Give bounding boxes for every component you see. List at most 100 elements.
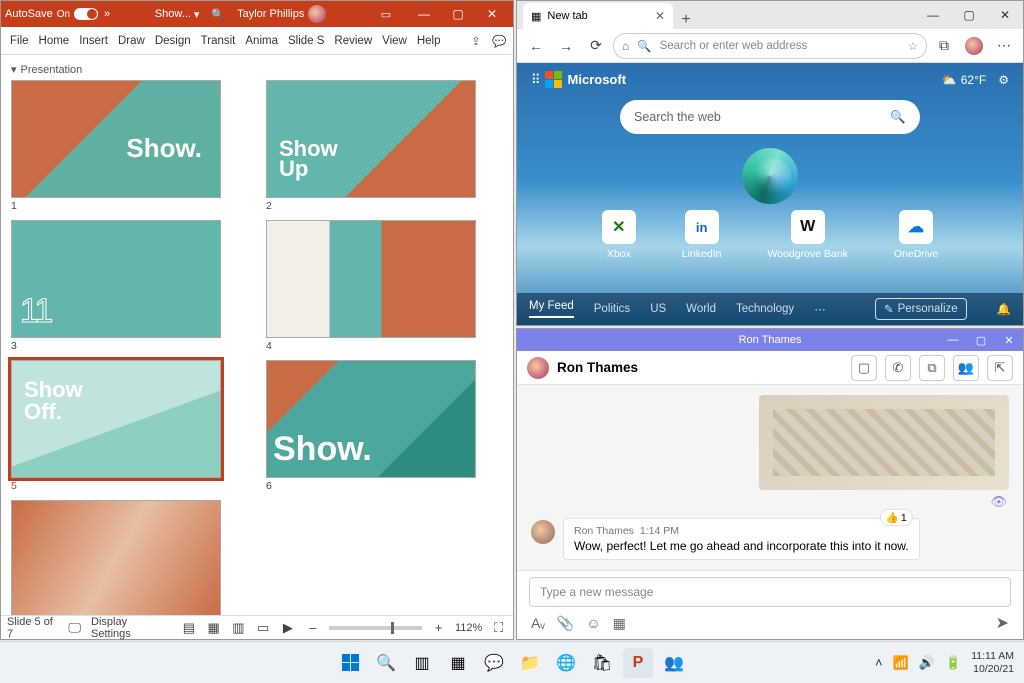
edge-taskbar-icon[interactable]: 🌐	[551, 648, 581, 678]
store-icon[interactable]: 🛍	[587, 648, 617, 678]
close-button[interactable]: ✕	[995, 329, 1023, 351]
notifications-icon[interactable]: 🔔	[997, 302, 1011, 316]
back-button[interactable]: ←	[523, 33, 549, 59]
normal-view-icon[interactable]: ▦	[205, 620, 222, 636]
audio-call-button[interactable]: ✆	[885, 355, 911, 381]
tray-overflow-icon[interactable]: ˄	[875, 655, 883, 670]
ribbon-tab[interactable]: Slide S	[283, 35, 329, 47]
new-tab-button[interactable]: +	[673, 11, 699, 29]
personalize-button[interactable]: ✎ Personalize	[875, 298, 967, 320]
favorite-icon[interactable]: ☆	[908, 39, 918, 53]
autosave-toggle-icon[interactable]	[74, 8, 98, 20]
sorter-view-icon[interactable]: ▥	[230, 620, 247, 636]
task-view-icon[interactable]: ▥	[407, 648, 437, 678]
quick-link[interactable]: WWoodgrove Bank	[767, 210, 847, 260]
start-button[interactable]	[335, 648, 365, 678]
weather-temp[interactable]: 62°F	[961, 73, 986, 87]
ribbon-display-icon[interactable]: ▭	[371, 8, 401, 21]
feed-tab[interactable]: World	[686, 303, 716, 315]
zoom-slider[interactable]	[329, 626, 422, 630]
slide-thumb[interactable]: 4	[266, 220, 503, 352]
text-message[interactable]: 👍 1 Ron Thames 1:14 PM Wow, perfect! Let…	[531, 518, 1009, 560]
close-button[interactable]: ✕	[475, 1, 509, 27]
popout-button[interactable]: ⇱	[987, 355, 1013, 381]
reaction-pill[interactable]: 👍 1	[880, 509, 913, 526]
search-icon[interactable]: 🔍	[211, 8, 225, 21]
clock[interactable]: 11:11 AM 10/20/21	[971, 650, 1014, 674]
notes-view-icon[interactable]: ▤	[180, 620, 197, 636]
refresh-button[interactable]: ⟳	[583, 33, 609, 59]
app-launcher-icon[interactable]: ⠿	[531, 72, 539, 88]
address-bar[interactable]: ⌂ 🔍 Search or enter web address ☆	[613, 33, 927, 59]
feed-tab[interactable]: US	[650, 303, 666, 315]
ribbon-tab[interactable]: File	[5, 35, 34, 47]
emoji-icon[interactable]: ☺	[586, 615, 600, 631]
menu-button[interactable]: ⋯	[991, 33, 1017, 59]
maximize-button[interactable]: ▢	[951, 1, 987, 29]
quick-link[interactable]: ☁OneDrive	[894, 210, 938, 260]
slide-thumb[interactable]	[11, 500, 248, 615]
taskbar-search-icon[interactable]: 🔍	[371, 648, 401, 678]
autosave-control[interactable]: AutoSave On	[5, 8, 98, 20]
attach-icon[interactable]: 📎	[557, 615, 574, 632]
ribbon-tab[interactable]: View	[377, 35, 412, 47]
volume-icon[interactable]: 🔊	[919, 655, 935, 671]
message-list[interactable]: 👁 👍 1 Ron Thames 1:14 PM Wow, perfect! L…	[517, 385, 1023, 570]
feed-tab[interactable]: My Feed	[529, 300, 574, 318]
teams-taskbar-icon[interactable]: 👥	[659, 648, 689, 678]
fit-to-window-icon[interactable]: ⛶	[490, 620, 507, 636]
minimize-button[interactable]: —	[915, 1, 951, 29]
format-icon[interactable]: Aᵥ	[531, 615, 545, 631]
ribbon-tab[interactable]: Transit	[196, 35, 241, 47]
zoom-in-icon[interactable]: +	[430, 620, 447, 635]
powerpoint-taskbar-icon[interactable]: P	[623, 648, 653, 678]
chat-name[interactable]: Ron Thames	[557, 360, 638, 375]
maximize-button[interactable]: ▢	[441, 1, 475, 27]
feed-tab[interactable]: Technology	[736, 303, 794, 315]
forward-button[interactable]: →	[553, 33, 579, 59]
settings-gear-icon[interactable]: ⚙	[998, 73, 1009, 87]
ribbon-tab[interactable]: Review	[329, 35, 377, 47]
ribbon-tab[interactable]: Home	[34, 35, 75, 47]
profile-button[interactable]	[961, 33, 987, 59]
slide-thumb[interactable]: Show Up 2	[266, 80, 503, 212]
quick-access-more-icon[interactable]: »	[104, 8, 110, 20]
video-call-button[interactable]: ▢	[851, 355, 877, 381]
quick-link[interactable]: inLinkedIn	[682, 210, 722, 260]
section-header[interactable]: ▾ Presentation	[11, 59, 503, 80]
reading-view-icon[interactable]: ▭	[255, 620, 272, 636]
feed-tab[interactable]: Politics	[594, 303, 630, 315]
file-explorer-icon[interactable]: 📁	[515, 648, 545, 678]
image-message[interactable]	[759, 395, 1009, 490]
slideshow-view-icon[interactable]: ▶	[280, 620, 297, 636]
slide-thumb[interactable]: 11 3	[11, 220, 248, 352]
weather-icon[interactable]: ⛅	[942, 73, 957, 87]
document-title[interactable]: Show... ▾	[155, 8, 200, 21]
chat-icon[interactable]: 💬	[479, 648, 509, 678]
quick-link[interactable]: ✕Xbox	[602, 210, 636, 260]
widgets-icon[interactable]: ▦	[443, 648, 473, 678]
maximize-button[interactable]: ▢	[967, 329, 995, 351]
search-icon[interactable]: 🔍	[890, 110, 906, 125]
zoom-percent[interactable]: 112%	[455, 622, 482, 634]
wifi-icon[interactable]: 📶	[893, 655, 909, 671]
comments-icon[interactable]: 💬	[487, 34, 509, 48]
add-people-button[interactable]: 👥	[953, 355, 979, 381]
ribbon-tab[interactable]: Design	[150, 35, 196, 47]
minimize-button[interactable]: —	[939, 329, 967, 351]
account-control[interactable]: Taylor Phillips	[237, 5, 326, 23]
slide-thumb-selected[interactable]: Show Off. 5	[11, 360, 248, 492]
ntp-search-input[interactable]: Search the web 🔍	[620, 100, 920, 134]
zoom-out-icon[interactable]: –	[304, 620, 321, 635]
close-button[interactable]: ✕	[987, 1, 1023, 29]
share-icon[interactable]: ⇪	[465, 34, 487, 48]
site-info-icon[interactable]: ⌂	[622, 39, 629, 53]
collections-icon[interactable]: ⧉	[931, 33, 957, 59]
ribbon-tab[interactable]: Help	[412, 35, 446, 47]
ribbon-tab[interactable]: Draw	[113, 35, 150, 47]
battery-icon[interactable]: 🔋	[945, 655, 961, 671]
message-input[interactable]: Type a new message	[529, 577, 1011, 607]
gif-icon[interactable]: ▦	[613, 615, 626, 632]
ribbon-tab[interactable]: Anima	[240, 35, 283, 47]
send-button[interactable]: ➤	[996, 613, 1009, 633]
